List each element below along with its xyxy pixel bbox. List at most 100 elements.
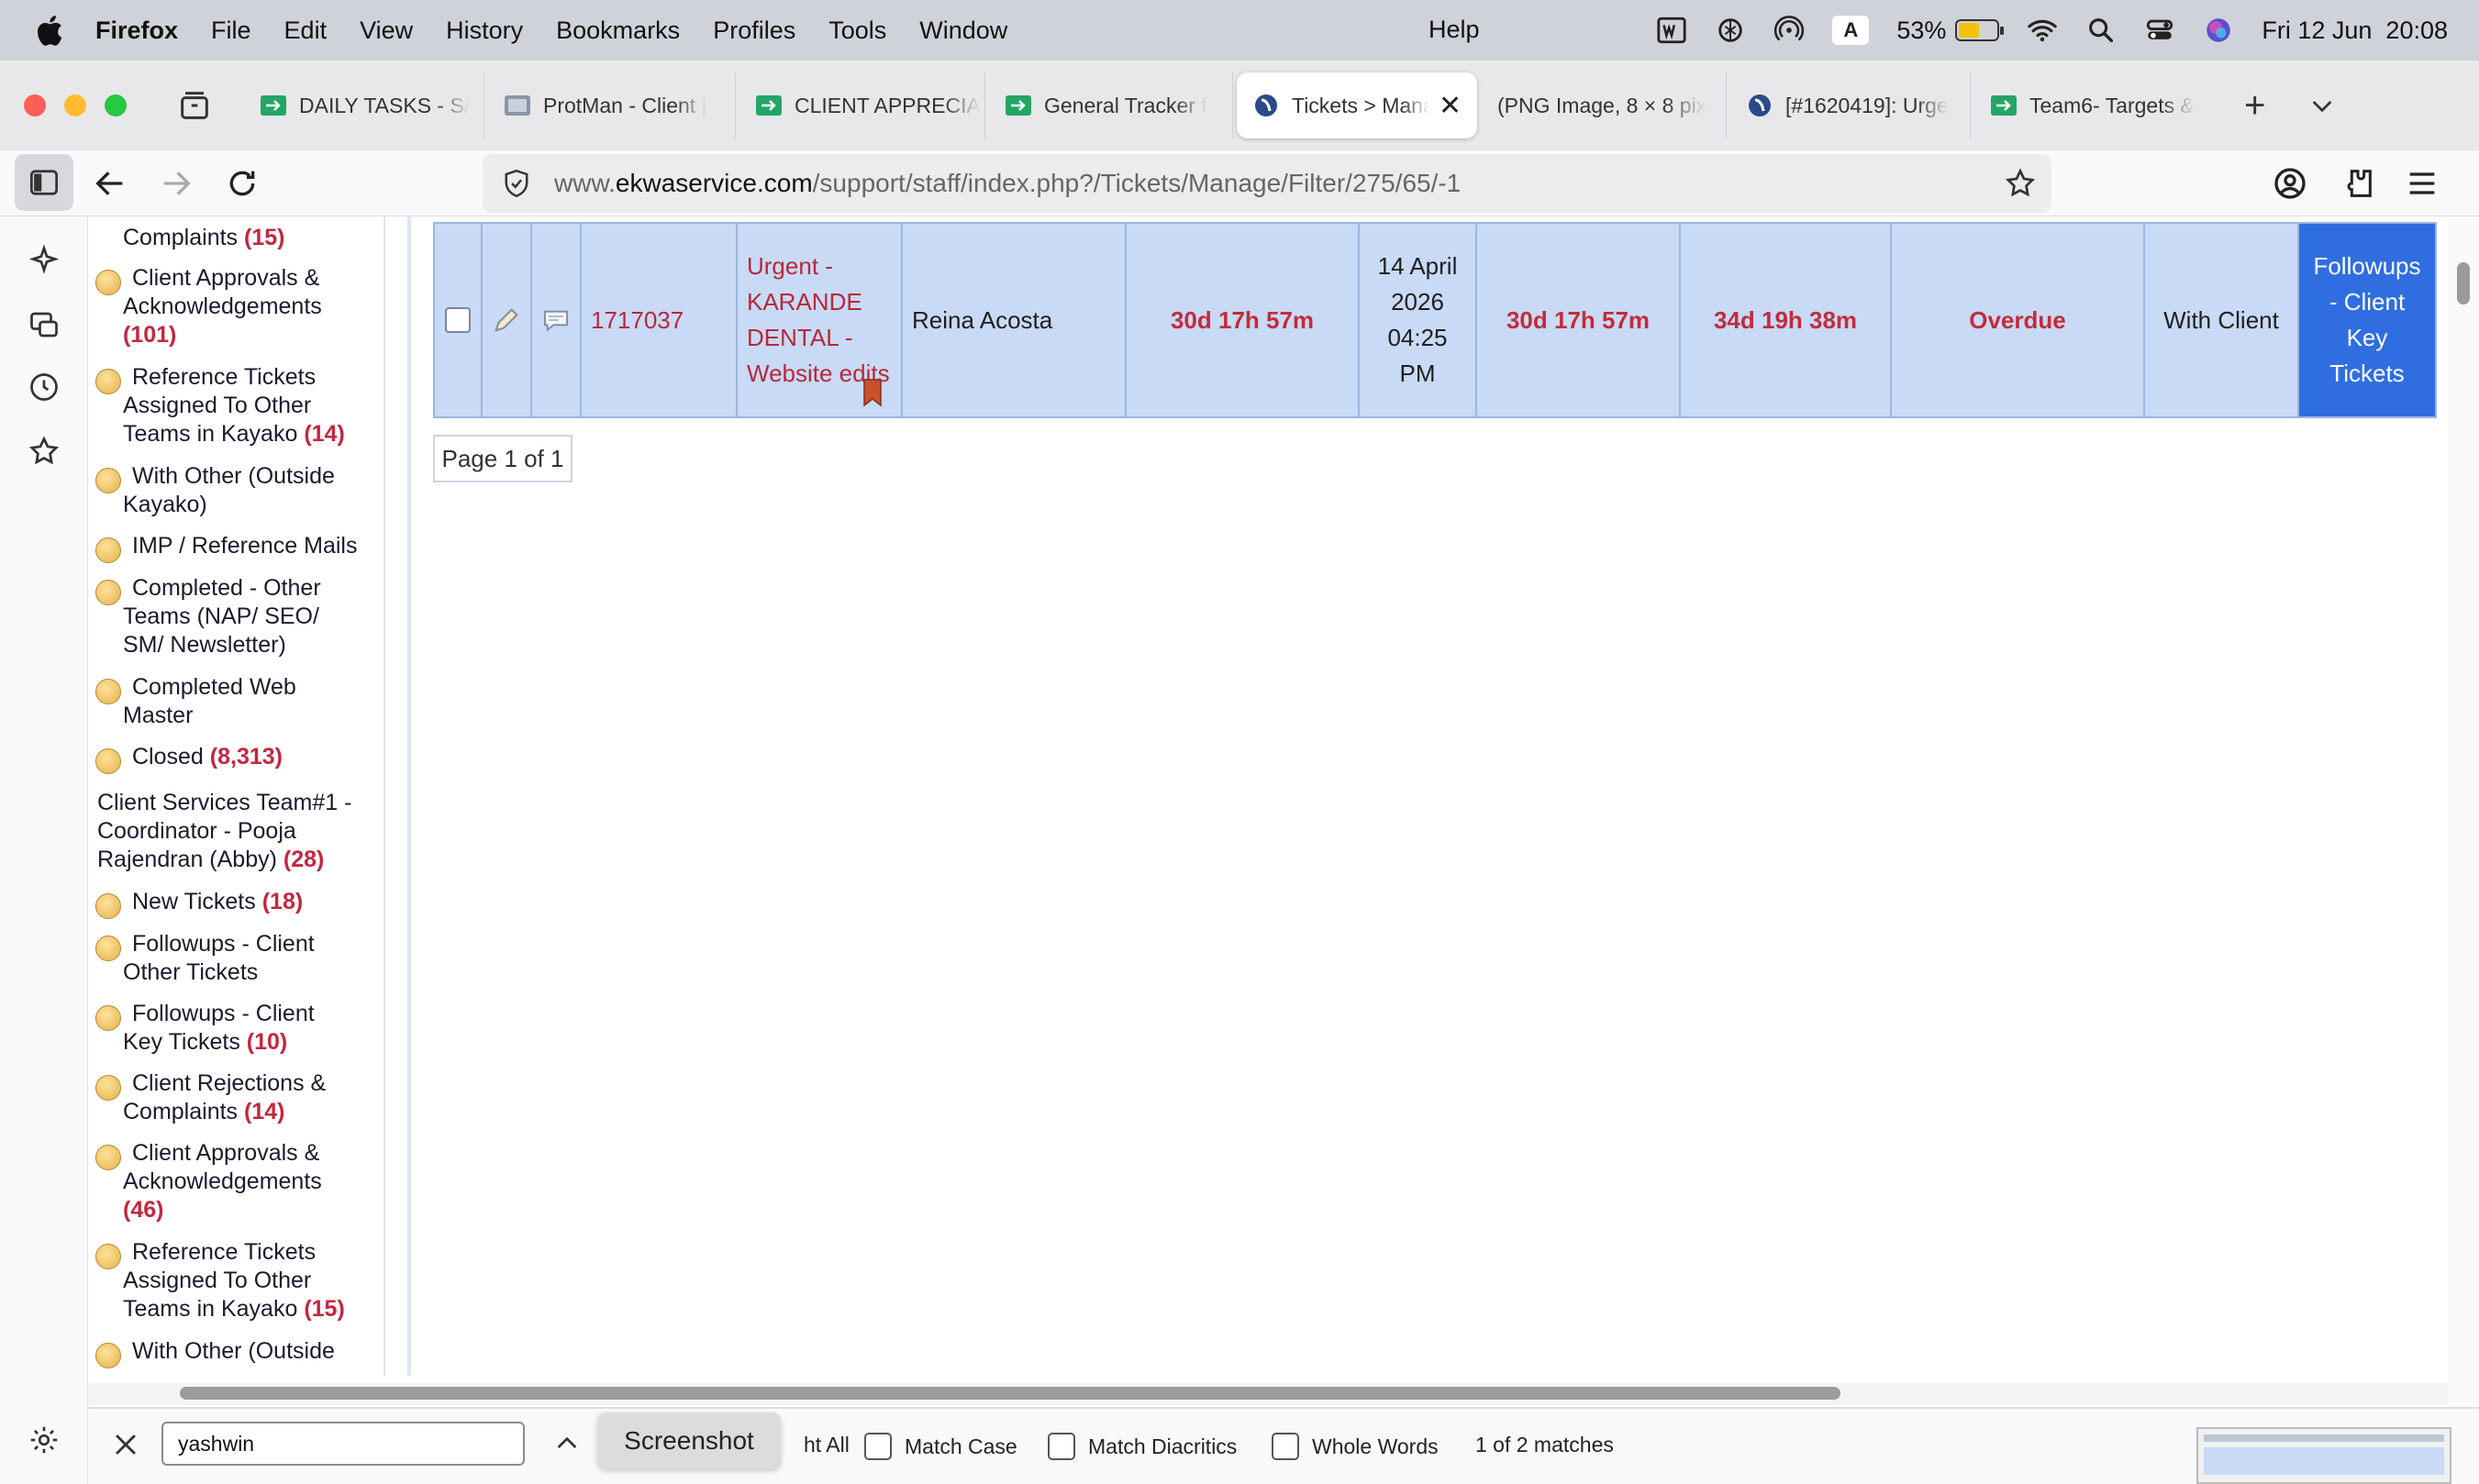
sidebar-toggle-button[interactable] [15,154,73,211]
filter-count: (46) [123,1197,164,1223]
filter-item-completed-other[interactable]: Completed - Other Teams (NAP/ SEO/ SM/ N… [92,574,382,659]
filter-item-client-rejections[interactable]: Client Rejections & Complaints (14) [92,1069,382,1126]
menu-edit[interactable]: Edit [284,17,328,45]
siri-icon[interactable] [2203,15,2234,46]
tab-ticket-1620419[interactable]: [#1620419]: Urge [1730,72,1971,138]
menu-window[interactable]: Window [919,17,1007,45]
filter-item-followups-key[interactable]: Followups - Client Key Tickets (10) [92,1000,382,1057]
tab-daily-tasks[interactable]: DAILY TASKS - S/ [244,72,484,138]
apple-logo-icon[interactable] [33,13,64,48]
filter-item-with-other-2[interactable]: With Other (Outside [92,1337,382,1368]
vertical-scrollbar[interactable] [2448,216,2479,1407]
whole-words-checkbox[interactable] [1272,1433,1299,1460]
tab-overview-icon[interactable] [176,87,213,124]
filter-item-new-tickets[interactable]: New Tickets (18) [92,888,382,919]
tab-protman[interactable]: ProtMan - Client | [488,72,736,138]
hamburger-menu-icon[interactable] [2404,165,2440,202]
word-app-icon[interactable] [1656,15,1687,46]
menu-profiles[interactable]: Profiles [713,17,795,45]
filter-label-line2: Other Tickets [123,959,259,985]
history-clock-icon[interactable] [28,371,61,404]
tab-tickets-manage[interactable]: Tickets > Mana ✕ [1237,72,1477,138]
menu-view[interactable]: View [360,17,413,45]
shield-icon[interactable] [503,168,530,199]
filter-item-imp-reference[interactable]: IMP / Reference Mails [92,532,382,563]
whole-words-label: Whole Words [1312,1434,1439,1458]
extensions-icon[interactable] [2340,165,2376,202]
forward-arrow-icon[interactable] [158,165,195,202]
tab-png-image[interactable]: (PNG Image, 8 × 8 pix [1481,72,1727,138]
highlight-all-option[interactable]: ht All [804,1433,850,1457]
filter-item-followups-other[interactable]: Followups - Client Other Tickets [92,930,382,987]
reload-icon[interactable] [224,165,261,202]
chevron-up-icon[interactable] [552,1429,582,1458]
menu-tools[interactable]: Tools [828,17,886,45]
filter-item-closed[interactable]: Closed (8,313) [92,743,382,774]
close-window-button[interactable] [24,94,46,116]
tab-client-appreciation[interactable]: CLIENT APPRECIA [739,72,985,138]
match-diacritics-checkbox[interactable] [1048,1433,1075,1460]
chevron-down-icon[interactable] [2307,91,2337,120]
ai-sparkle-icon[interactable] [28,244,61,277]
filter-item-complaints[interactable]: Complaints (15) [92,224,382,252]
match-case-label: Match Case [905,1434,1017,1458]
spotlight-search-icon[interactable] [2085,15,2117,46]
table-row[interactable]: 1717037 Urgent - KARANDE DENTAL - Websit… [433,222,2437,418]
input-source-indicator[interactable]: A [1832,16,1870,45]
pencil-icon[interactable] [491,305,522,336]
match-case-checkbox[interactable] [864,1433,892,1460]
filter-item-reference-tickets-2[interactable]: Reference Tickets Assigned To Other Team… [92,1238,382,1323]
airdrop-icon[interactable] [1773,15,1805,46]
menu-help[interactable]: Help [1428,16,1480,44]
team-group-header[interactable]: Client Services Team#1 - Coordinator - P… [88,789,384,874]
bookmark-star-icon[interactable] [2004,167,2037,200]
new-tab-icon[interactable]: + [2244,85,2265,127]
scrollbar-thumb[interactable] [2457,262,2470,305]
bookmarks-star-icon[interactable] [28,435,61,468]
filter-label: Completed - Other [132,575,321,601]
horizontal-scrollbar[interactable] [88,1383,2448,1405]
clock[interactable]: Fri 12 Jun 20:08 [2262,17,2448,45]
scrollbar-thumb[interactable] [180,1387,1840,1400]
menu-app-name[interactable]: Firefox [95,17,178,45]
filter-count: (14) [244,1099,285,1124]
menu-history[interactable]: History [446,17,523,45]
close-tab-icon[interactable]: ✕ [1439,90,1462,122]
tab-general-tracker[interactable]: General Tracker f [989,72,1233,138]
account-icon[interactable] [2272,165,2308,202]
group-label-line3: Rajendran (Abby) [97,847,277,872]
queue-line: Key [2346,324,2388,351]
comment-bubble-icon[interactable] [541,306,571,334]
screenshot-thumbnail[interactable] [2196,1427,2451,1484]
wifi-icon[interactable] [2027,15,2058,46]
filter-item-client-approvals[interactable]: Client Approvals & Acknowledgements (101… [92,264,382,349]
filter-item-client-approvals-2[interactable]: Client Approvals & Acknowledgements (46) [92,1139,382,1224]
chatgpt-icon[interactable] [1715,15,1746,46]
whole-words-option[interactable]: Whole Words [1272,1433,1439,1460]
bookmark-flag-icon[interactable] [862,378,883,407]
menu-bookmarks[interactable]: Bookmarks [556,17,680,45]
pagination[interactable]: Page 1 of 1 [433,435,573,482]
battery-status[interactable]: 53% [1896,17,2005,45]
menu-file[interactable]: File [211,17,251,45]
match-diacritics-option[interactable]: Match Diacritics [1048,1433,1237,1460]
synced-tabs-icon[interactable] [28,308,61,341]
find-bar: ht All Screenshot Match Case Match Diacr… [88,1407,2479,1484]
match-case-option[interactable]: Match Case [864,1433,1017,1460]
filter-item-reference-tickets[interactable]: Reference Tickets Assigned To Other Team… [92,363,382,449]
filter-item-with-other[interactable]: With Other (Outside Kayako) [92,462,382,519]
ticket-subject-link[interactable]: Urgent - KARANDE DENTAL - Website edits [738,224,903,416]
tab-team6-targets[interactable]: Team6- Targets & [1974,72,2215,138]
settings-gear-icon[interactable] [28,1423,61,1456]
filter-item-completed-web-master[interactable]: Completed Web Master [92,673,382,730]
row-checkbox[interactable] [445,307,471,333]
find-input[interactable] [161,1422,525,1466]
control-center-icon[interactable] [2144,15,2175,46]
close-icon[interactable] [110,1429,141,1460]
minimize-window-button[interactable] [64,94,86,116]
highlight-all-label: ht All [804,1433,850,1456]
back-arrow-icon[interactable] [92,165,128,202]
zoom-window-button[interactable] [105,94,127,116]
ticket-id-link[interactable]: 1717037 [582,224,738,416]
url-bar[interactable]: www. ekwaservice.com/support/staff/index.… [483,154,2051,213]
